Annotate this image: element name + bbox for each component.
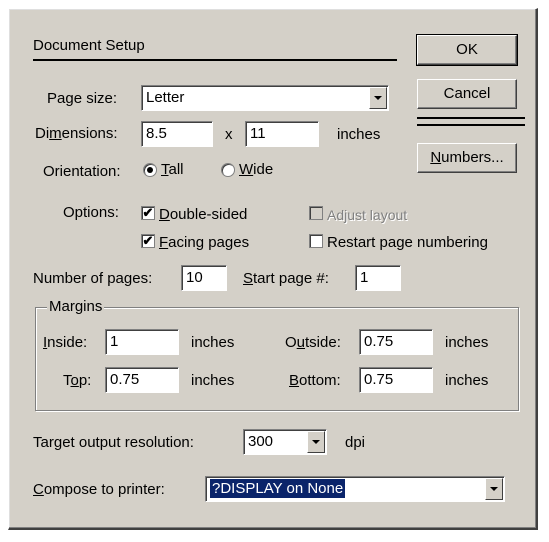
top-units: inches [191, 372, 235, 389]
height-field[interactable]: 11 [245, 121, 319, 147]
dimensions-label: Dimensions: [35, 125, 118, 142]
resolution-select[interactable]: 300 [243, 429, 327, 455]
bottom-units: inches [445, 372, 489, 389]
button-separator [417, 117, 525, 119]
outside-units: inches [445, 334, 489, 351]
inside-label: Inside: [43, 334, 88, 351]
facing-pages-checkbox[interactable]: ✔ [141, 234, 155, 248]
chevron-down-icon[interactable] [369, 87, 387, 109]
restart-numbering-checkbox[interactable] [309, 234, 323, 248]
outside-field[interactable]: 0.75 [359, 329, 433, 355]
dimensions-x: x [225, 126, 233, 143]
chevron-down-icon[interactable] [485, 478, 503, 500]
adjust-layout-checkbox [309, 206, 323, 220]
double-sided-label[interactable]: Double-sided [159, 205, 247, 225]
orientation-tall-radio[interactable] [143, 163, 157, 177]
compose-to-printer-label: Compose to printer: [33, 481, 165, 498]
options-label: Options: [63, 204, 119, 221]
printer-select[interactable]: ?DISPLAY on None [205, 476, 505, 502]
inside-units: inches [191, 334, 235, 351]
orientation-wide-label[interactable]: Wide [239, 160, 273, 180]
margins-title: Margins [47, 298, 105, 315]
printer-value: ?DISPLAY on None [210, 479, 346, 498]
number-of-pages-field[interactable]: 10 [181, 265, 227, 291]
resolution-units: dpi [345, 434, 366, 451]
resolution-value: 300 [248, 433, 274, 450]
start-page-field[interactable]: 1 [355, 265, 401, 291]
chevron-down-icon[interactable] [307, 431, 325, 453]
numbers-button[interactable]: Numbers... [417, 143, 517, 173]
page-size-select[interactable]: Letter [141, 85, 389, 111]
orientation-wide-radio[interactable] [221, 163, 235, 177]
double-sided-checkbox[interactable]: ✔ [141, 206, 155, 220]
adjust-layout-label: Adjust layout [327, 207, 408, 223]
ok-button[interactable]: OK [416, 34, 518, 66]
restart-numbering-label[interactable]: Restart page numbering [327, 233, 488, 253]
top-field[interactable]: 0.75 [105, 367, 179, 393]
orientation-tall-label[interactable]: Tall [161, 160, 184, 180]
button-separator [417, 124, 525, 126]
dimensions-units: inches [337, 126, 381, 143]
orientation-label: Orientation: [43, 163, 121, 180]
document-setup-dialog: Document Setup OK Cancel Numbers... Page… [8, 8, 538, 530]
margins-group [35, 307, 519, 411]
facing-pages-label[interactable]: Facing pages [159, 233, 249, 253]
outside-label: Outside: [285, 334, 341, 351]
bottom-label: Bottom: [289, 372, 341, 389]
number-of-pages-label: Number of pages: [33, 270, 153, 287]
title-underline [33, 59, 397, 61]
start-page-label: Start page #: [243, 270, 329, 287]
page-size-value: Letter [146, 89, 185, 106]
dialog-title: Document Setup [33, 37, 145, 54]
page-size-label: Page size: [47, 90, 118, 107]
cancel-button[interactable]: Cancel [417, 79, 517, 109]
inside-field[interactable]: 1 [105, 329, 179, 355]
top-label: Top: [63, 372, 92, 389]
bottom-field[interactable]: 0.75 [359, 367, 433, 393]
resolution-label: Target output resolution: [33, 434, 194, 451]
width-field[interactable]: 8.5 [141, 121, 213, 147]
